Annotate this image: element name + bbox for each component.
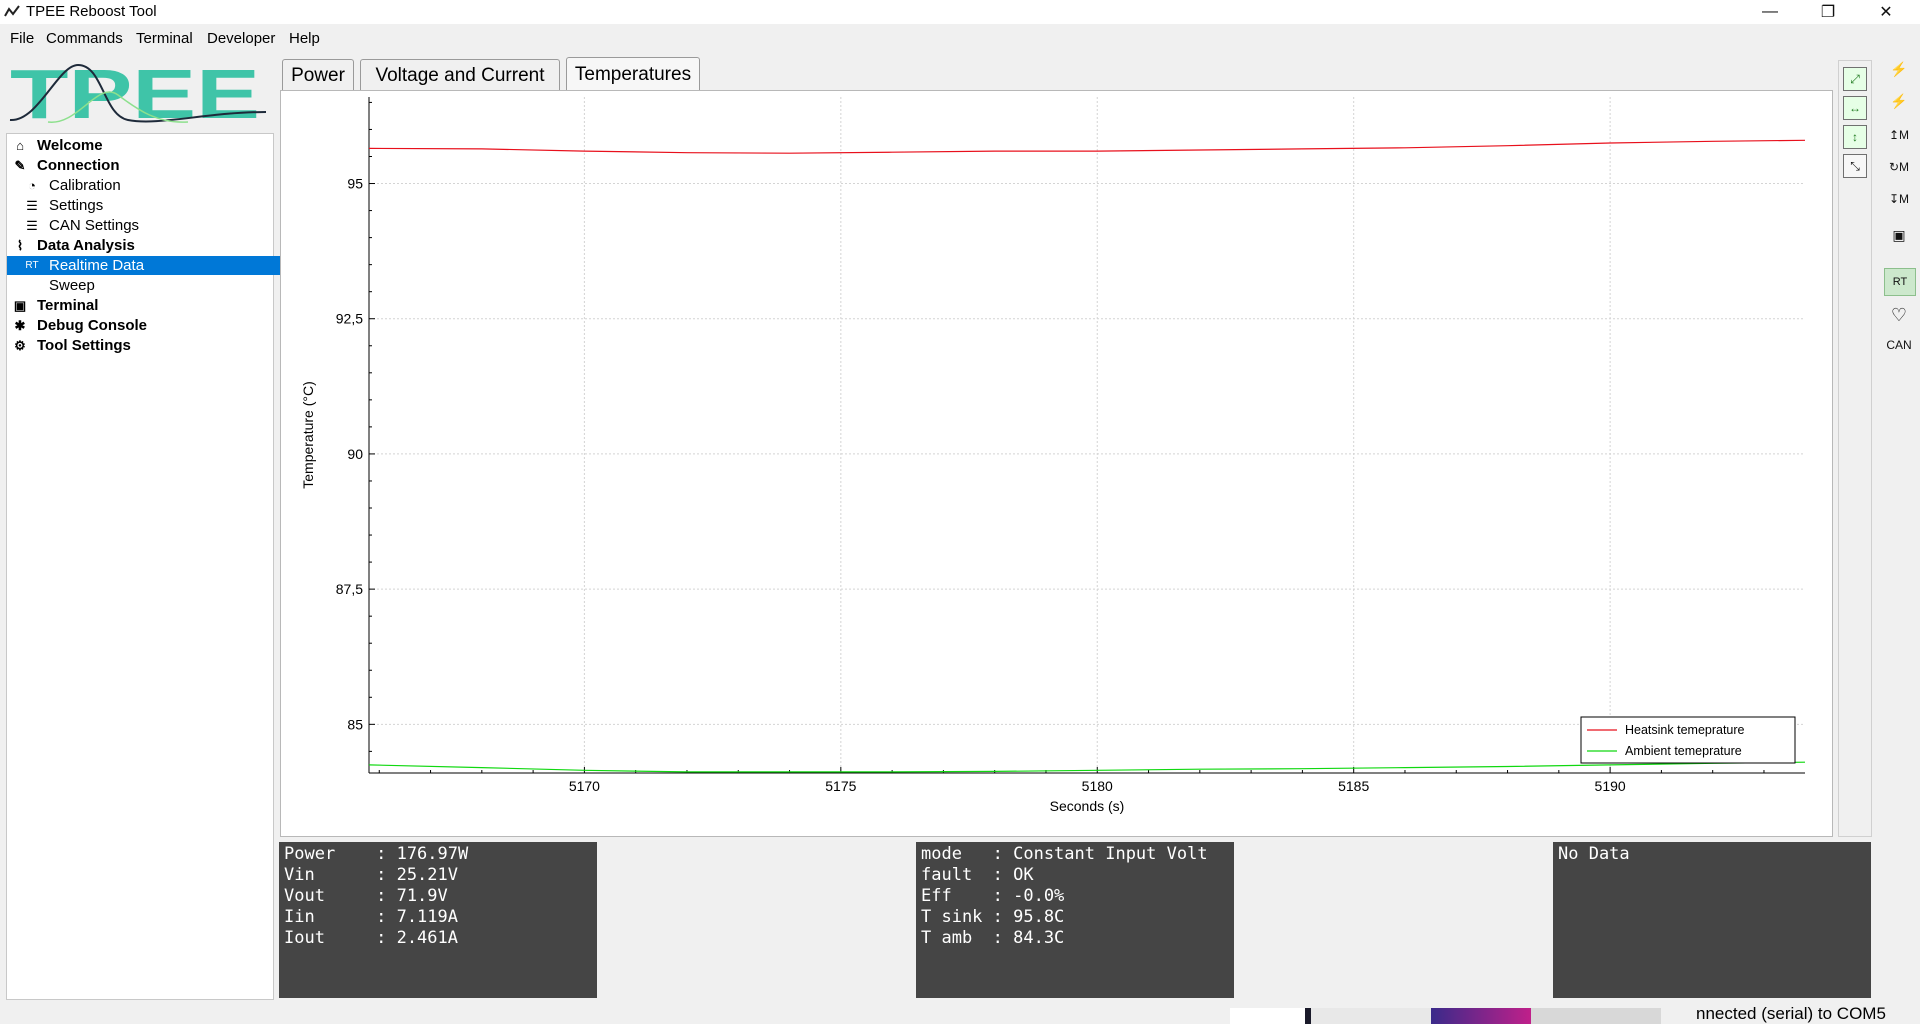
bug-icon: ✱ <box>14 317 26 333</box>
rescale-icon[interactable]: ⤡ <box>1843 154 1867 178</box>
sliders-icon: ☰ <box>26 217 38 233</box>
x-tick-label: 5180 <box>1082 778 1113 794</box>
nav-data-analysis[interactable]: ⌇ Data Analysis <box>7 236 277 255</box>
save-icon[interactable]: ▣ <box>1884 222 1914 248</box>
nav-terminal[interactable]: ▣ Terminal <box>7 296 277 315</box>
app-icon <box>4 5 20 17</box>
console-line: Vin : 25.21V <box>284 865 458 885</box>
status-thumbnail-strip <box>1230 1008 1690 1024</box>
nav-sweep[interactable]: Sweep <box>7 276 289 295</box>
menu-terminal[interactable]: Terminal <box>136 30 193 47</box>
zoom-fit-icon[interactable]: ⤢ <box>1843 67 1867 91</box>
write-m-icon[interactable]: ↧M <box>1884 186 1914 212</box>
console-line: No Data <box>1558 844 1630 864</box>
menu-help[interactable]: Help <box>289 30 320 47</box>
y-tick-label: 92,5 <box>336 311 363 327</box>
zoom-vertical-icon[interactable]: ↕ <box>1843 125 1867 149</box>
console-line: Power : 176.97W <box>284 844 469 864</box>
nav-can-settings[interactable]: ☰ CAN Settings <box>7 216 289 235</box>
can-icon[interactable]: CAN <box>1884 332 1914 358</box>
restore-button[interactable]: ❐ <box>1800 0 1856 24</box>
menu-commands[interactable]: Commands <box>46 30 123 47</box>
console-extra: No Data <box>1553 842 1871 998</box>
plot-panel: 5170 5175 5180 5185 5190 95 92,5 90 87,5 85 Second… <box>280 90 1833 837</box>
nav-realtime-data[interactable]: RT Realtime Data <box>7 256 289 275</box>
realtime-toggle-icon[interactable]: RT <box>1884 268 1916 296</box>
title-bar: TPEE Reboost Tool — ❐ ✕ <box>0 0 1920 24</box>
x-axis-label: Seconds (s) <box>1050 798 1125 814</box>
gauge-icon: ◔ <box>28 178 36 193</box>
menu-file[interactable]: File <box>10 30 34 47</box>
heart-icon[interactable]: ♡ <box>1884 302 1914 328</box>
refresh-m-icon[interactable]: ↻M <box>1884 154 1914 180</box>
minimize-button[interactable]: — <box>1742 0 1798 24</box>
home-icon: ⌂ <box>16 138 24 153</box>
console-line: Iout : 2.461A <box>284 928 458 948</box>
plug-icon: ✎ <box>14 157 26 173</box>
x-tick-label: 5170 <box>569 778 600 794</box>
legend-label: Ambient temeprature <box>1625 744 1742 758</box>
navigation-tree: ⌂ Welcome ✎ Connection ◔ Calibration ☰ Setti… <box>6 133 289 1000</box>
nav-calibration[interactable]: ◔ Calibration <box>7 176 289 195</box>
tab-temperatures[interactable]: Temperatures <box>566 57 700 91</box>
x-tick-label: 5175 <box>825 778 856 794</box>
y-tick-label: 85 <box>347 716 363 732</box>
nav-debug-console[interactable]: ✱ Debug Console <box>7 316 277 335</box>
console-line: fault : OK <box>921 865 1034 885</box>
tab-voltage-current[interactable]: Voltage and Current <box>360 59 560 91</box>
console-power: Power : 176.97W Vin : 25.21V Vout : 71.9… <box>279 842 597 998</box>
y-tick-label: 87,5 <box>336 581 363 597</box>
console-line: T amb : 84.3C <box>921 928 1065 948</box>
y-axis-label: Temperature (°C) <box>300 381 316 489</box>
console-line: mode : Constant Input Volt <box>921 844 1208 864</box>
connection-status: nnected (serial) to COM5 <box>1696 1004 1886 1023</box>
menu-bar: File Commands Terminal Developer Help <box>0 24 1920 50</box>
tab-power[interactable]: Power <box>282 59 354 91</box>
chart-icon: ⌇ <box>16 237 24 253</box>
read-m-icon[interactable]: ↥M <box>1884 122 1914 148</box>
console-line: Iin : 7.119A <box>284 907 458 927</box>
sliders-icon: ☰ <box>26 197 38 213</box>
nav-tool-settings[interactable]: ⚙ Tool Settings <box>7 336 277 355</box>
close-button[interactable]: ✕ <box>1858 0 1914 24</box>
legend-label: Heatsink temeprature <box>1625 723 1745 737</box>
y-tick-label: 95 <box>347 176 363 192</box>
console-status: mode : Constant Input Volt fault : OK Ef… <box>916 842 1234 998</box>
y-tick-label: 90 <box>347 446 363 462</box>
window-title: TPEE Reboost Tool <box>26 3 157 20</box>
console-line: Eff : -0.0% <box>921 886 1065 906</box>
nav-welcome[interactable]: ⌂ Welcome <box>7 136 277 155</box>
temperature-chart[interactable]: 5170 5175 5180 5185 5190 95 92,5 90 87,5 85 Second… <box>281 91 1832 836</box>
connect-icon[interactable]: ⚡ <box>1884 56 1914 82</box>
tpee-logo: TPEE <box>9 60 267 128</box>
disconnect-icon[interactable]: ⚡ <box>1884 88 1914 114</box>
x-tick-label: 5185 <box>1338 778 1369 794</box>
nav-settings[interactable]: ☰ Settings <box>7 196 289 215</box>
plot-toolbar: ⤢ ↔ ↕ ⤡ <box>1838 60 1872 837</box>
gear-icon: ⚙ <box>14 337 26 353</box>
menu-developer[interactable]: Developer <box>207 30 275 47</box>
nav-connection[interactable]: ✎ Connection <box>7 156 277 175</box>
right-toolbar: ⚡ ⚡ ↥M ↻M ↧M ▣ RT ♡ CAN <box>1880 52 1920 372</box>
console-line: Vout : 71.9V <box>284 886 448 906</box>
realtime-icon: RT <box>25 260 39 271</box>
terminal-icon: ▣ <box>13 297 27 313</box>
zoom-horizontal-icon[interactable]: ↔ <box>1843 96 1867 120</box>
x-tick-label: 5190 <box>1595 778 1626 794</box>
console-line: T sink : 95.8C <box>921 907 1065 927</box>
